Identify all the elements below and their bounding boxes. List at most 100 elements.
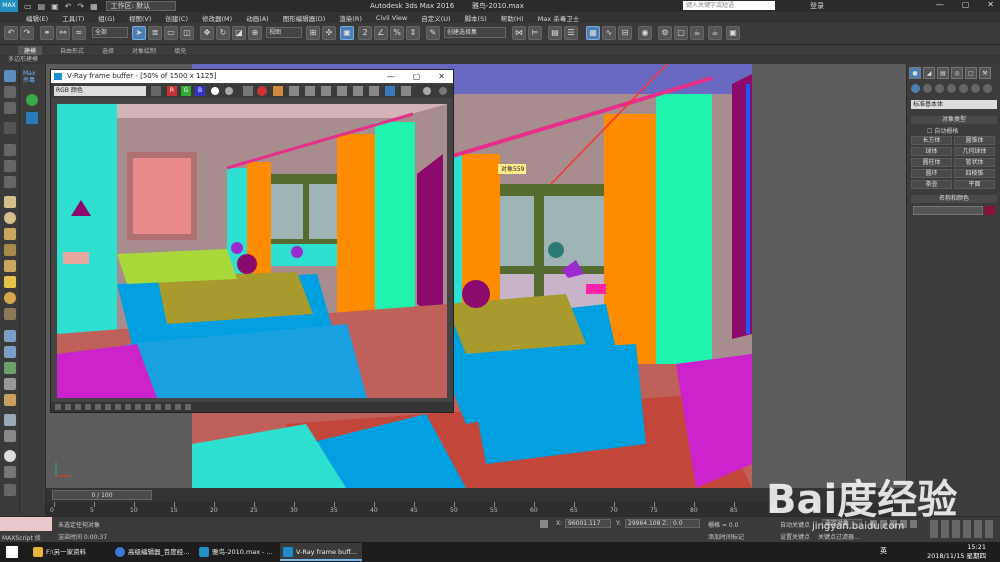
system-clock[interactable]: 15:21 2018/11/15 星期四 (927, 543, 986, 561)
rotate-icon[interactable]: ↻ (216, 26, 230, 40)
torus-button[interactable]: 圆环 (911, 169, 952, 178)
workspace-dropdown[interactable]: 工作区: 默认 (105, 1, 176, 11)
lens-effects-icon[interactable] (353, 86, 363, 96)
stop-render-icon[interactable] (423, 87, 431, 95)
object-color-swatch[interactable] (985, 206, 995, 215)
menu-item[interactable]: 编辑(E) (26, 13, 48, 23)
systems-icon[interactable] (983, 84, 992, 93)
unlink-icon[interactable]: ⚯ (56, 26, 70, 40)
rendered-frame-window-icon[interactable]: ▢ (674, 26, 688, 40)
name-color-header[interactable]: 名称和颜色 (911, 195, 997, 203)
camera-icon[interactable] (4, 330, 16, 342)
edit-named-selection-icon[interactable]: ✎ (426, 26, 440, 40)
menu-item[interactable]: 动画(A) (246, 13, 269, 23)
shapes-icon[interactable] (923, 84, 932, 93)
maxscript-listener-mini[interactable] (0, 517, 52, 531)
ribbon-tab[interactable]: 自由形式 (60, 46, 84, 55)
modify-tab-icon[interactable]: ◢ (923, 67, 935, 79)
save-icon[interactable]: ▣ (51, 2, 59, 11)
link-icon[interactable] (4, 160, 16, 172)
playback-controls[interactable] (870, 520, 920, 528)
menu-item[interactable]: Max 杀毒卫士 (538, 13, 580, 23)
percent-snap-icon[interactable]: % (390, 26, 404, 40)
move-icon[interactable]: ✥ (200, 26, 214, 40)
box-button[interactable]: 长方体 (911, 136, 952, 145)
link-to-viewport-icon[interactable] (321, 86, 331, 96)
maximize-icon[interactable]: ▢ (413, 70, 421, 83)
blue-channel-button[interactable]: B (195, 86, 205, 96)
new-file-icon[interactable]: ▭ (24, 2, 32, 11)
viewport-navigation-controls[interactable] (930, 520, 996, 538)
sphere-button[interactable]: 球体 (911, 147, 952, 156)
antivirus-status-icon[interactable] (26, 94, 38, 106)
material-icon[interactable] (4, 308, 16, 320)
render-production-icon[interactable]: ☕ (690, 26, 704, 40)
menu-item[interactable]: 渲染(R) (339, 13, 362, 23)
scale-icon[interactable]: ◪ (232, 26, 246, 40)
hierarchy-tab-icon[interactable]: ▤ (937, 67, 949, 79)
channel-dropdown[interactable]: RGB 颜色 (54, 86, 146, 96)
render-setup-icon[interactable]: ⚙ (658, 26, 672, 40)
window-crossing-icon[interactable]: ◫ (180, 26, 194, 40)
show-history-icon[interactable] (337, 86, 347, 96)
curve-editor-icon[interactable]: ∿ (602, 26, 616, 40)
named-selection-dropdown[interactable]: 创建选择集 (444, 27, 506, 38)
shield-icon[interactable] (26, 112, 38, 124)
red-channel-button[interactable]: R (167, 86, 177, 96)
mono-icon[interactable] (225, 87, 233, 95)
geosphere-button[interactable]: 几何球体 (954, 147, 995, 156)
green-channel-button[interactable]: G (181, 86, 191, 96)
cone-icon[interactable] (4, 260, 16, 272)
vray-title-bar[interactable]: V-Ray frame buffer - [50% of 1500 x 1125… (51, 70, 453, 83)
vray-render-image[interactable] (57, 104, 447, 398)
cone-button[interactable]: 圆锥体 (954, 136, 995, 145)
key-filters-button[interactable]: 关键点过滤器... (818, 532, 860, 541)
maxscript-label[interactable]: MAXScript 侦 (2, 533, 41, 542)
open-file-icon[interactable]: ▤ (38, 2, 46, 11)
color-correction-icon[interactable] (385, 86, 395, 96)
motion-tab-icon[interactable]: ◎ (951, 67, 963, 79)
select-manipulate-icon[interactable]: ✣ (322, 26, 336, 40)
sphere-icon[interactable] (4, 212, 16, 224)
menu-item[interactable]: 工具(T) (62, 13, 84, 23)
pixel-info-icon[interactable] (401, 86, 411, 96)
taskbar-item-explorer[interactable]: F:\另一家资料 (30, 543, 112, 561)
autokey-button[interactable]: 自动关键点 (780, 520, 810, 529)
object-type-header[interactable]: 对象类型 (911, 116, 997, 124)
menu-item[interactable]: 自定义(U) (421, 13, 450, 23)
sun-icon[interactable] (4, 292, 16, 304)
grid-icon[interactable] (4, 122, 16, 134)
torus-icon[interactable] (4, 244, 16, 256)
undo-icon[interactable]: ↶ (65, 2, 72, 11)
maximize-icon[interactable]: ▢ (962, 0, 970, 9)
teapot-icon[interactable] (4, 70, 16, 82)
close-icon[interactable]: ✕ (987, 0, 994, 9)
keyboard-shortcut-icon[interactable]: ▣ (340, 26, 354, 40)
max-script-icon[interactable] (4, 484, 16, 496)
utilities-tab-icon[interactable]: ⚒ (979, 67, 991, 79)
lights-icon[interactable] (935, 84, 944, 93)
geometry-icon[interactable] (911, 84, 920, 93)
object-name-input[interactable] (913, 206, 983, 215)
angle-snap-icon[interactable]: ∠ (374, 26, 388, 40)
vray-frame-buffer-window[interactable]: V-Ray frame buffer - [50% of 1500 x 1125… (50, 69, 454, 413)
plane-button[interactable]: 平面 (954, 180, 995, 189)
object-category-dropdown[interactable]: 标准基本体 (911, 100, 997, 109)
ribbon-tab[interactable]: 选择 (102, 46, 114, 55)
light-icon[interactable] (4, 276, 16, 288)
undo-icon[interactable]: ↶ (4, 26, 18, 40)
ribbon-tab[interactable]: 对象绘制 (132, 46, 156, 55)
minimize-icon[interactable]: — (936, 0, 944, 9)
windows-start-icon[interactable] (6, 546, 18, 558)
redo-icon[interactable]: ↷ (77, 2, 84, 11)
ime-indicator[interactable]: 英 (880, 546, 887, 556)
max-antivirus-label[interactable]: Max 杀毒 (23, 70, 43, 84)
track-bar[interactable]: 0 5 10 15 20 25 30 35 40 45 50 55 60 65 70 75 80 85 90 95 10… (46, 502, 906, 516)
layer-manager-icon[interactable]: ▤ (548, 26, 562, 40)
menu-item[interactable]: 图形编辑器(D) (283, 13, 326, 23)
system-icon[interactable] (4, 378, 16, 390)
spacewarp-icon[interactable] (4, 362, 16, 374)
spinner-snap-icon[interactable]: ⇕ (406, 26, 420, 40)
xref-icon[interactable] (4, 430, 16, 442)
autogrid-checkbox[interactable]: ☐ 自动栅格 (927, 126, 958, 135)
